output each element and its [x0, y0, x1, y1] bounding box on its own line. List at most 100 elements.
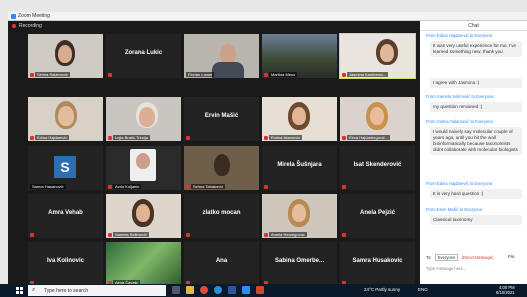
recording-indicator[interactable]: Recording — [8, 21, 420, 31]
participant-name: Samra Husakovic — [352, 258, 403, 264]
chat-message: It was very useful experience for me. I'… — [430, 41, 522, 57]
participant-name: Elma Hajdarbegović... — [347, 135, 391, 140]
participant-tile[interactable]: Amra Vehab — [28, 194, 103, 238]
participant-name: Amela Hercegovac — [269, 232, 307, 237]
participant-tile[interactable]: Edina Hajdarević — [28, 97, 103, 141]
clock[interactable]: 4:00 PM 6/10/2021 — [496, 285, 515, 295]
task-view-icon[interactable] — [172, 286, 180, 294]
chrome-icon[interactable] — [200, 286, 208, 294]
participant-tile[interactable]: Florian Loose — [184, 34, 259, 78]
mic-muted-icon — [30, 73, 34, 77]
search-icon: ⌕ — [32, 287, 36, 293]
participant-tile-active-speaker[interactable]: Jasmina Kamberov... — [339, 33, 416, 79]
taskbar: ⌕ Type here to search 24°C Partly sunny … — [0, 284, 527, 297]
language-indicator[interactable]: ENG — [418, 287, 428, 292]
participant-tile[interactable]: Sabina Omerbe... — [262, 242, 337, 286]
mic-muted-icon — [342, 233, 346, 237]
participant-tile[interactable]: Martina Meso — [262, 34, 337, 78]
chat-sender: From Edina Hajdarević to Everyone: — [426, 181, 494, 186]
powerpoint-icon[interactable] — [256, 286, 264, 294]
mic-muted-icon — [342, 136, 346, 140]
mic-muted-icon — [186, 233, 190, 237]
to-label: To: — [426, 255, 432, 260]
mic-muted-icon — [264, 73, 268, 77]
participant-name: Emina Islamović — [269, 135, 303, 140]
participant-tile[interactable]: Ervin Mašić — [184, 97, 259, 141]
participant-tile[interactable]: Avdo Kuljanin — [106, 146, 181, 190]
participant-tile[interactable]: Samra Husakovic — [340, 242, 415, 286]
chat-sender: From Edina Hajdarević to Everyone: — [426, 33, 494, 38]
participant-name: Selma Salamović — [35, 72, 70, 77]
participant-name: Sabina Omerbe... — [274, 258, 325, 264]
zoom-taskbar-icon[interactable] — [242, 286, 250, 294]
participant-tile[interactable]: Ana — [184, 242, 259, 286]
participant-tile[interactable]: S Samra Hasanović — [28, 146, 103, 190]
participant-name: Ervin Mašić — [204, 113, 239, 119]
recording-label: Recording — [19, 23, 42, 29]
participant-name: Zorana Lukic — [124, 50, 163, 56]
chat-message-input[interactable]: Type message here... — [426, 266, 466, 271]
participant-name: Selma Tabaković — [191, 184, 226, 189]
participant-name: Avdo Kuljanin — [113, 184, 142, 189]
participant-name: Ana — [215, 258, 228, 264]
record-dot-icon — [12, 24, 16, 28]
mic-muted-icon — [108, 73, 112, 77]
title-bar: Zoom Meeting — [8, 12, 527, 21]
search-placeholder: Type here to search — [44, 288, 89, 294]
participant-name: Isat Skenderović — [353, 162, 402, 168]
file-button[interactable]: File — [508, 254, 515, 259]
chat-message: I agree with Jasmina :) — [430, 78, 522, 88]
participant-name: Martina Meso — [269, 72, 298, 77]
mic-muted-icon — [186, 185, 190, 189]
participant-name: Florian Loose — [186, 72, 215, 77]
participant-name: Samela Selimović — [113, 232, 149, 237]
gallery-view: Selma Salamović Zorana Lukic Florian Loo… — [8, 31, 420, 286]
word-icon[interactable] — [228, 286, 236, 294]
direct-message-label: (Direct Message) — [461, 255, 494, 260]
mic-muted-icon — [30, 233, 34, 237]
participant-tile[interactable]: Elma Hajdarbegović... — [340, 97, 415, 141]
participant-tile[interactable]: Mirela Šušnjara — [262, 146, 337, 190]
chat-sender: From Samela Selimović to Everyone: — [426, 94, 495, 99]
participant-name: Iva Kolinovic — [46, 258, 84, 264]
chat-message: It is very hard question :) — [430, 189, 522, 199]
participant-tile[interactable]: Emina Islamović — [262, 97, 337, 141]
mic-muted-icon — [30, 136, 34, 140]
taskbar-search-box[interactable]: ⌕ Type here to search — [28, 285, 166, 296]
participant-tile[interactable]: Lejla Bratić-Trkulja — [106, 97, 181, 141]
mic-muted-icon — [108, 136, 112, 140]
avatar: S — [54, 156, 76, 178]
participant-tile[interactable]: Anela Pejzić — [340, 194, 415, 238]
participant-name: Samra Hasanović — [30, 184, 66, 189]
recipient-select[interactable]: Everyone — [434, 254, 459, 261]
participant-tile[interactable]: Selma Salamović — [28, 34, 103, 78]
participant-name: zlatko mocan — [202, 210, 241, 216]
participant-name: Lejla Bratić-Trkulja — [113, 135, 150, 140]
edge-icon[interactable] — [214, 286, 222, 294]
participant-tile[interactable]: Selma Tabaković — [184, 146, 259, 190]
participant-tile[interactable]: Iva Kolinovic — [28, 242, 103, 286]
file-explorer-icon[interactable] — [186, 286, 194, 294]
participant-tile[interactable]: Zorana Lukic — [106, 34, 181, 78]
weather-widget[interactable]: 24°C Partly sunny — [364, 287, 400, 292]
chat-recipient-row: To: Everyone (Direct Message) — [426, 254, 494, 261]
participant-tile[interactable]: Alma Čavalić — [106, 242, 181, 286]
mic-muted-icon — [342, 73, 346, 77]
participant-tile[interactable]: Samela Selimović — [106, 194, 181, 238]
window-title: Zoom Meeting — [18, 13, 50, 19]
chat-message: I would naively say molecular couple of … — [430, 127, 522, 155]
mic-muted-icon — [108, 185, 112, 189]
participant-name: Anela Pejzić — [359, 210, 395, 216]
mic-muted-icon — [108, 233, 112, 237]
participant-name: Amra Vehab — [48, 210, 83, 216]
participant-name: Jasmina Kamberov... — [347, 72, 389, 77]
windows-start-icon[interactable] — [16, 287, 23, 294]
chat-message: my question remained :( — [430, 102, 522, 112]
participant-tile[interactable]: Amela Hercegovac — [262, 194, 337, 238]
mic-muted-icon — [264, 136, 268, 140]
participant-tile[interactable]: Isat Skenderović — [340, 146, 415, 190]
participant-name: Mirela Šušnjara — [277, 162, 322, 168]
chat-sender: From Selma Salamović to Everyone: — [426, 119, 494, 124]
chat-message: Classical taxonomy — [430, 215, 522, 225]
participant-tile[interactable]: zlatko mocan — [184, 194, 259, 238]
